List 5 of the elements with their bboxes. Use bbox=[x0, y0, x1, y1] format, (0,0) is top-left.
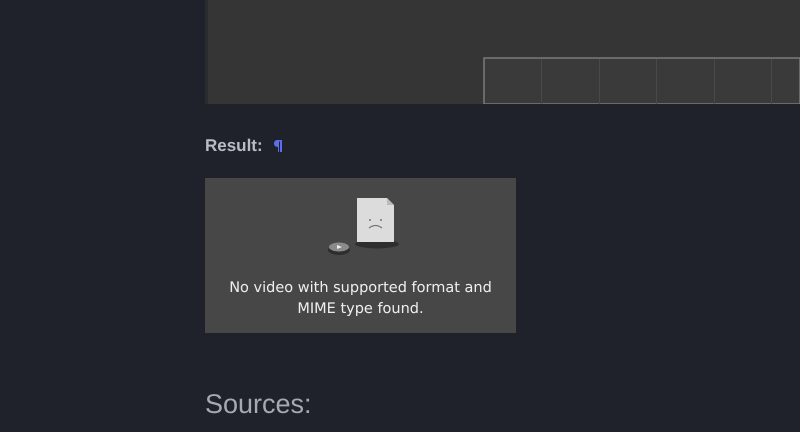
pilcrow-icon[interactable] bbox=[274, 140, 282, 152]
broken-file-icon bbox=[326, 198, 398, 258]
sources-heading: Sources: bbox=[205, 389, 313, 420]
result-label: Result: bbox=[205, 136, 263, 156]
error-message: No video with supported format and MIME type found. bbox=[228, 279, 493, 319]
